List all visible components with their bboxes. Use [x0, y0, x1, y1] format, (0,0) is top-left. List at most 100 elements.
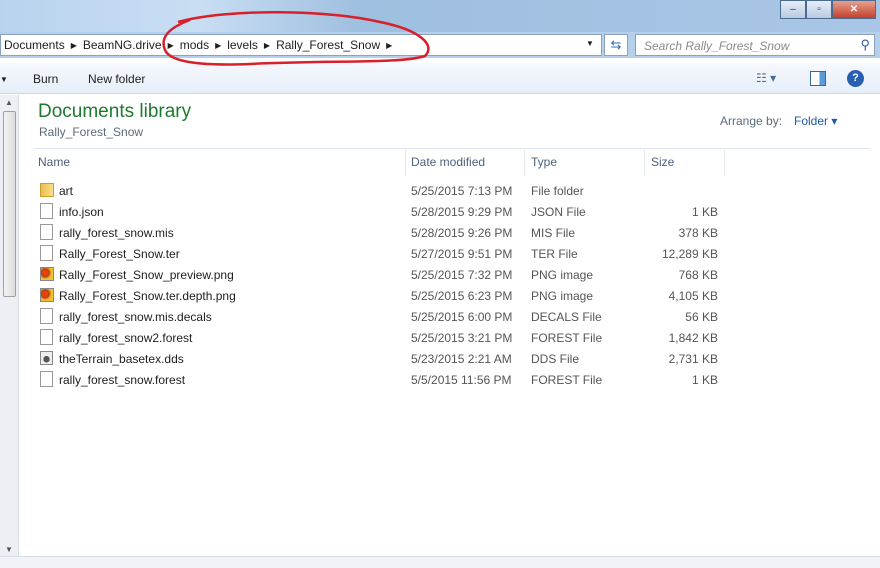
- views-icon[interactable]: ☷ ▾: [756, 71, 776, 85]
- maximize-button[interactable]: ▫: [806, 0, 832, 19]
- breadcrumb-arrow-icon[interactable]: ▶: [386, 41, 392, 50]
- file-date: 5/25/2015 6:00 PM: [411, 310, 513, 324]
- file-type: File folder: [531, 184, 584, 198]
- file-date: 5/25/2015 7:13 PM: [411, 184, 513, 198]
- file-date: 5/23/2015 2:21 AM: [411, 352, 512, 366]
- column-date[interactable]: Date modified: [411, 155, 485, 169]
- breadcrumb-item[interactable]: Rally_Forest_Snow: [276, 38, 380, 52]
- breadcrumb-arrow-icon[interactable]: ▶: [168, 41, 174, 50]
- file-date: 5/27/2015 9:51 PM: [411, 247, 513, 261]
- file-name: rally_forest_snow.forest: [59, 373, 186, 387]
- arrange-dropdown[interactable]: Folder ▾: [794, 114, 837, 128]
- file-icon: [40, 203, 53, 219]
- file-type: FOREST File: [531, 373, 603, 387]
- status-bar: [0, 556, 880, 568]
- file-row[interactable]: rally_forest_snow.mis 5/28/2015 9:26 PM …: [38, 222, 728, 243]
- file-row[interactable]: rally_forest_snow.forest 5/5/2015 11:56 …: [38, 369, 728, 390]
- file-size: 768 KB: [678, 268, 718, 282]
- breadcrumb-item[interactable]: BeamNG.drive: [83, 38, 162, 52]
- divider: [524, 150, 525, 176]
- divider: [644, 150, 645, 176]
- close-button[interactable]: ✕: [832, 0, 876, 19]
- address-row: Documents ▶ BeamNG.drive ▶ mods ▶ levels ▶ Rally…: [0, 32, 880, 58]
- arrange-label: Arrange by:: [720, 114, 783, 128]
- file-size: 1 KB: [691, 205, 718, 219]
- file-size: 2,731 KB: [668, 352, 718, 366]
- file-icon: [40, 329, 53, 345]
- divider: [34, 148, 870, 149]
- dds-icon: [40, 351, 53, 365]
- scroll-up-icon[interactable]: ▲: [5, 98, 13, 107]
- file-type: DECALS File: [531, 310, 602, 324]
- search-input[interactable]: Search Rally_Forest_Snow ⚲: [635, 34, 875, 56]
- file-row[interactable]: rally_forest_snow2.forest 5/25/2015 3:21…: [38, 327, 728, 348]
- file-size: 12,289 KB: [661, 247, 718, 261]
- file-row[interactable]: info.json 5/28/2015 9:29 PM JSON File 1 …: [38, 201, 728, 222]
- file-name: Rally_Forest_Snow.ter: [59, 247, 180, 261]
- minimize-button[interactable]: ‒: [780, 0, 806, 19]
- breadcrumb-arrow-icon[interactable]: ▶: [264, 41, 270, 50]
- title-bar: ‒ ▫ ✕: [0, 0, 880, 32]
- breadcrumb-item[interactable]: mods: [180, 38, 209, 52]
- divider: [724, 150, 725, 176]
- file-row[interactable]: Rally_Forest_Snow_preview.png 5/25/2015 …: [38, 264, 728, 285]
- file-row[interactable]: Rally_Forest_Snow.ter 5/27/2015 9:51 PM …: [38, 243, 728, 264]
- column-size[interactable]: Size: [651, 155, 674, 169]
- file-name: Rally_Forest_Snow_preview.png: [59, 268, 234, 282]
- breadcrumb-item[interactable]: Documents: [4, 38, 65, 52]
- file-name: rally_forest_snow.mis.decals: [59, 310, 212, 324]
- file-name: info.json: [59, 205, 104, 219]
- file-type: DDS File: [531, 352, 580, 366]
- file-row[interactable]: Rally_Forest_Snow.ter.depth.png 5/25/201…: [38, 285, 728, 306]
- file-icon: [40, 371, 53, 387]
- breadcrumb-arrow-icon[interactable]: ▶: [215, 41, 221, 50]
- file-size: 4,105 KB: [668, 289, 718, 303]
- help-icon[interactable]: ?: [847, 70, 864, 87]
- column-name[interactable]: Name: [38, 155, 70, 169]
- file-date: 5/28/2015 9:26 PM: [411, 226, 513, 240]
- breadcrumb-arrow-icon[interactable]: ▶: [71, 41, 77, 50]
- file-type: JSON File: [531, 205, 586, 219]
- file-name: theTerrain_basetex.dds: [59, 352, 184, 366]
- png-icon: [40, 267, 54, 281]
- new-folder-button[interactable]: New folder: [88, 72, 145, 86]
- file-icon: [40, 224, 53, 240]
- file-name: Rally_Forest_Snow.ter.depth.png: [59, 289, 236, 303]
- file-icon: [40, 308, 53, 324]
- file-size: 1,842 KB: [668, 331, 718, 345]
- file-type: FOREST File: [531, 331, 603, 345]
- file-type: TER File: [531, 247, 578, 261]
- file-size: 1 KB: [691, 373, 718, 387]
- organize-dropdown-icon[interactable]: ▼: [0, 75, 8, 84]
- file-date: 5/25/2015 6:23 PM: [411, 289, 513, 303]
- file-row[interactable]: theTerrain_basetex.dds 5/23/2015 2:21 AM…: [38, 348, 728, 369]
- file-type: PNG image: [531, 289, 594, 303]
- file-date: 5/25/2015 7:32 PM: [411, 268, 513, 282]
- file-row[interactable]: rally_forest_snow.mis.decals 5/25/2015 6…: [38, 306, 728, 327]
- refresh-icon[interactable]: ⇆: [604, 34, 628, 56]
- file-date: 5/28/2015 9:29 PM: [411, 205, 513, 219]
- file-date: 5/25/2015 3:21 PM: [411, 331, 513, 345]
- library-subtitle: Rally_Forest_Snow: [39, 125, 144, 139]
- file-name: art: [59, 184, 74, 198]
- search-icon[interactable]: ⚲: [860, 37, 870, 53]
- address-bar[interactable]: Documents ▶ BeamNG.drive ▶ mods ▶ levels ▶ Rally…: [0, 34, 602, 56]
- divider: [405, 150, 406, 176]
- scrollbar[interactable]: ▲ ▼: [0, 95, 19, 557]
- breadcrumb-item[interactable]: levels: [227, 38, 258, 52]
- file-name: rally_forest_snow2.forest: [59, 331, 193, 345]
- burn-button[interactable]: Burn: [33, 72, 58, 86]
- file-type: PNG image: [531, 268, 594, 282]
- address-dropdown-icon[interactable]: ▼: [586, 39, 594, 48]
- scroll-thumb[interactable]: [3, 111, 16, 297]
- column-type[interactable]: Type: [531, 155, 557, 169]
- file-row[interactable]: art 5/25/2015 7:13 PM File folder: [38, 180, 728, 201]
- scroll-down-icon[interactable]: ▼: [5, 545, 13, 554]
- preview-pane-icon[interactable]: [810, 71, 826, 86]
- toolbar: ▼ Burn New folder ☷ ▾ ?: [0, 62, 880, 94]
- file-size: 56 KB: [685, 310, 718, 324]
- file-name: rally_forest_snow.mis: [59, 226, 174, 240]
- folder-icon: [40, 183, 54, 197]
- file-type: MIS File: [531, 226, 576, 240]
- file-icon: [40, 245, 53, 261]
